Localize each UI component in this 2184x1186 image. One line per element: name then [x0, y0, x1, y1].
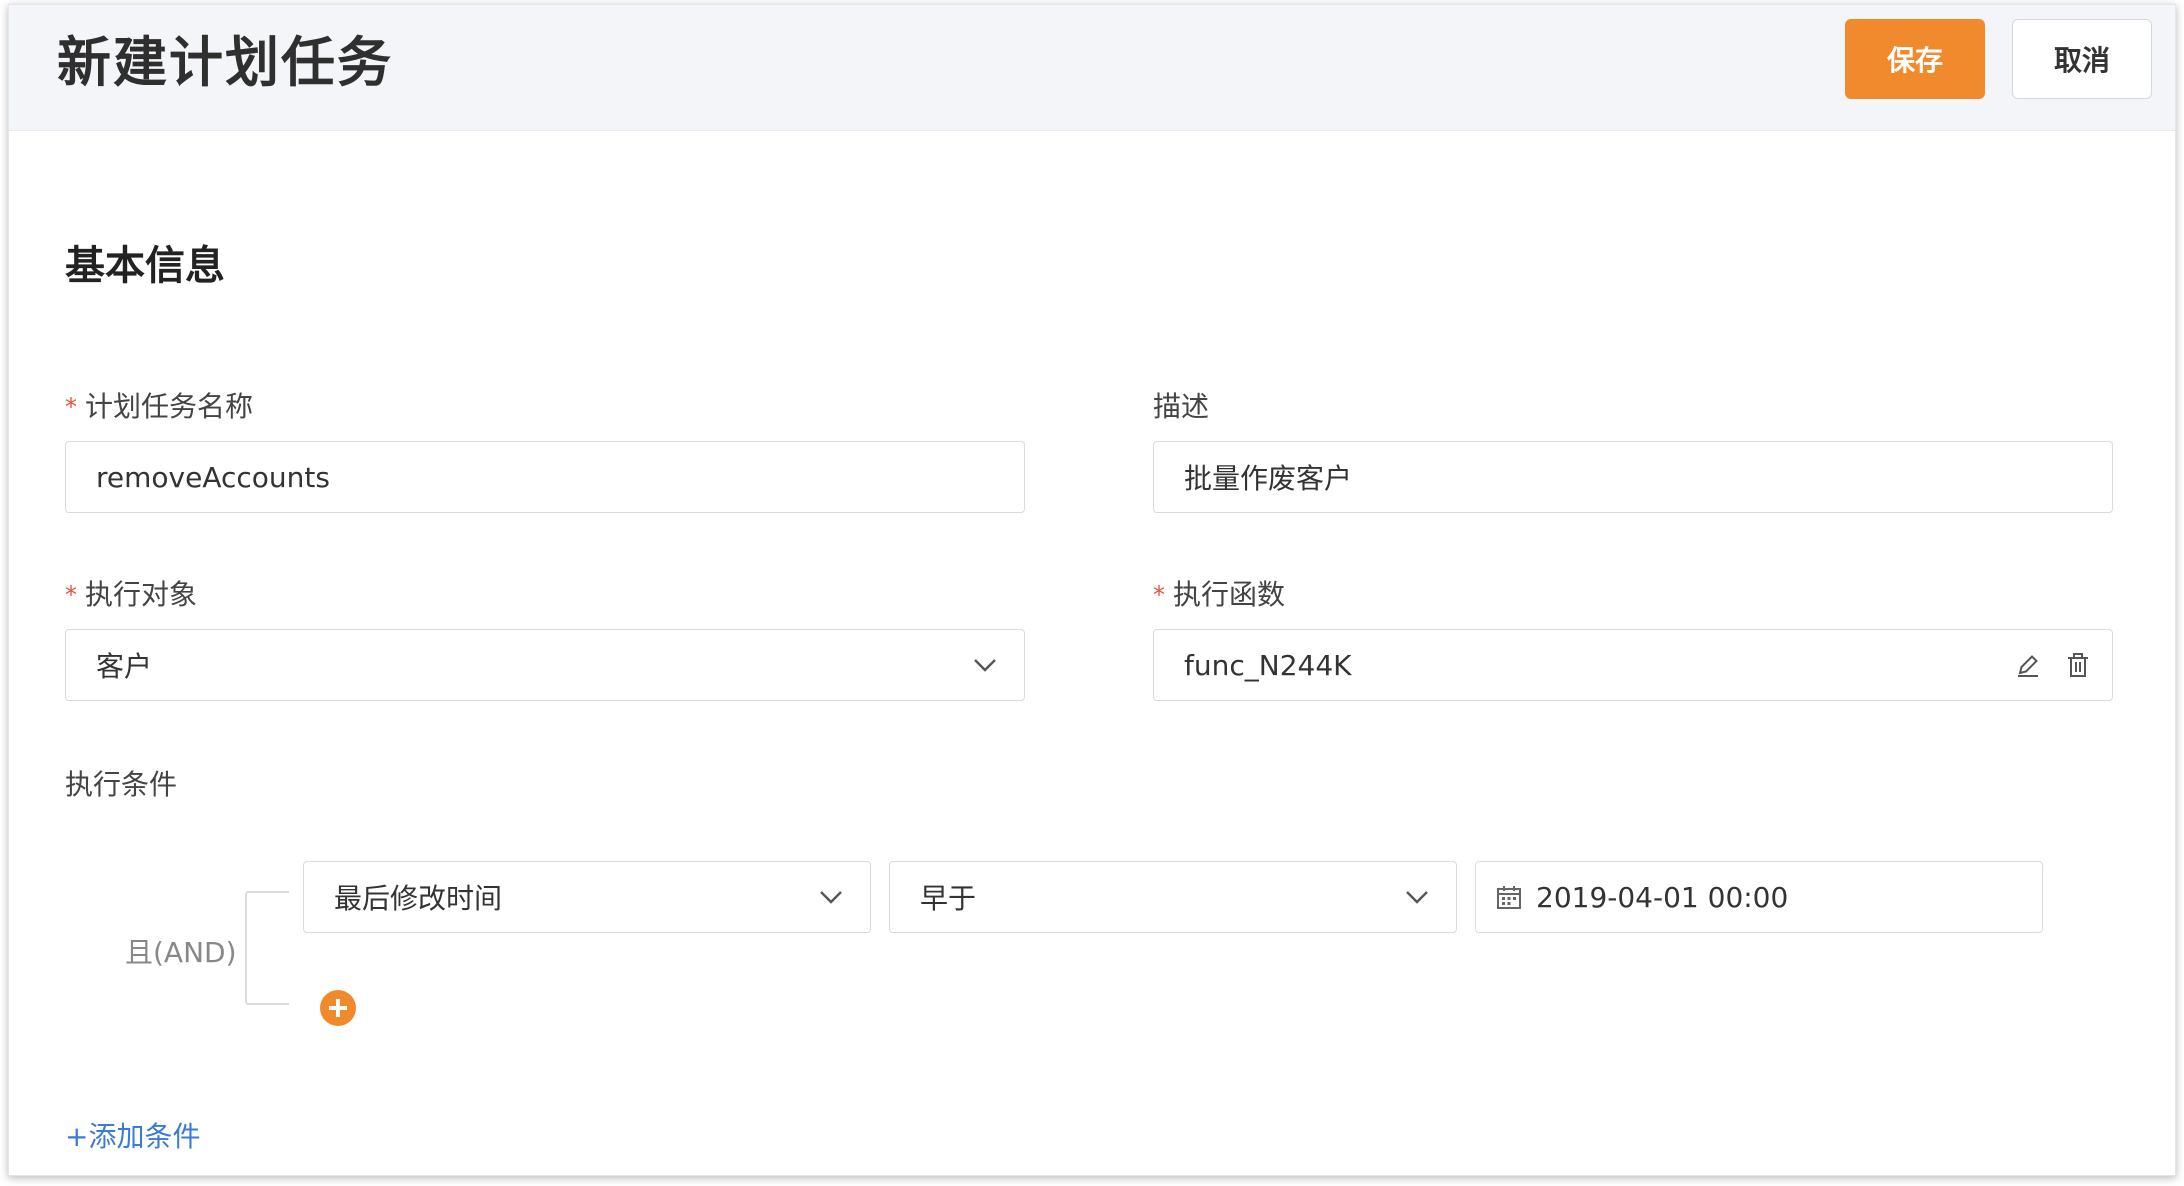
required-mark: * — [1153, 581, 1165, 609]
chevron-down-icon — [972, 652, 998, 678]
page-frame: 新建计划任务 保存 取消 基本信息 * 计划任务名称 removeAccounts… — [8, 4, 2176, 1176]
logic-label: 且(AND) — [125, 936, 237, 969]
task-name-input[interactable]: removeAccounts — [65, 441, 1025, 513]
description-label: 描述 — [1153, 390, 1210, 423]
chevron-down-icon — [818, 884, 844, 910]
description-input[interactable]: 批量作废客户 — [1153, 441, 2113, 513]
function-value: func_N244K — [1184, 648, 1352, 682]
condition-date-input[interactable]: 2019-04-01 00:00 — [1475, 861, 2043, 933]
plus-circle-icon[interactable] — [319, 989, 357, 1027]
chevron-down-icon — [1404, 884, 1430, 910]
description-value: 批量作废客户 — [1184, 462, 1353, 495]
conditions-label: 执行条件 — [65, 768, 178, 801]
function-label: * 执行函数 — [1153, 578, 1286, 611]
add-condition-link[interactable]: +添加条件 — [65, 1115, 200, 1155]
calendar-icon — [1497, 886, 1521, 909]
page-title: 新建计划任务 — [57, 31, 393, 94]
trash-icon[interactable] — [2064, 651, 2092, 679]
target-object-value: 客户 — [96, 650, 153, 683]
condition-operator-select[interactable]: 早于 — [889, 861, 1457, 933]
task-name-value: removeAccounts — [96, 460, 330, 494]
condition-field-value: 最后修改时间 — [334, 882, 503, 915]
condition-bracket — [245, 891, 289, 1005]
target-object-label: * 执行对象 — [65, 578, 198, 611]
required-mark: * — [65, 393, 77, 421]
condition-operator-value: 早于 — [920, 882, 977, 915]
save-button[interactable]: 保存 — [1845, 19, 1985, 99]
function-input[interactable]: func_N244K — [1153, 629, 2113, 701]
task-name-label: * 计划任务名称 — [65, 390, 254, 423]
condition-field-select[interactable]: 最后修改时间 — [303, 861, 871, 933]
required-mark: * — [65, 581, 77, 609]
condition-date-value: 2019-04-01 00:00 — [1536, 880, 1789, 914]
target-object-select[interactable]: 客户 — [65, 629, 1025, 701]
pencil-icon[interactable] — [2014, 651, 2042, 679]
cancel-button[interactable]: 取消 — [2012, 19, 2152, 99]
section-title: 基本信息 — [65, 243, 225, 289]
page-header: 新建计划任务 保存 取消 — [9, 5, 2175, 131]
